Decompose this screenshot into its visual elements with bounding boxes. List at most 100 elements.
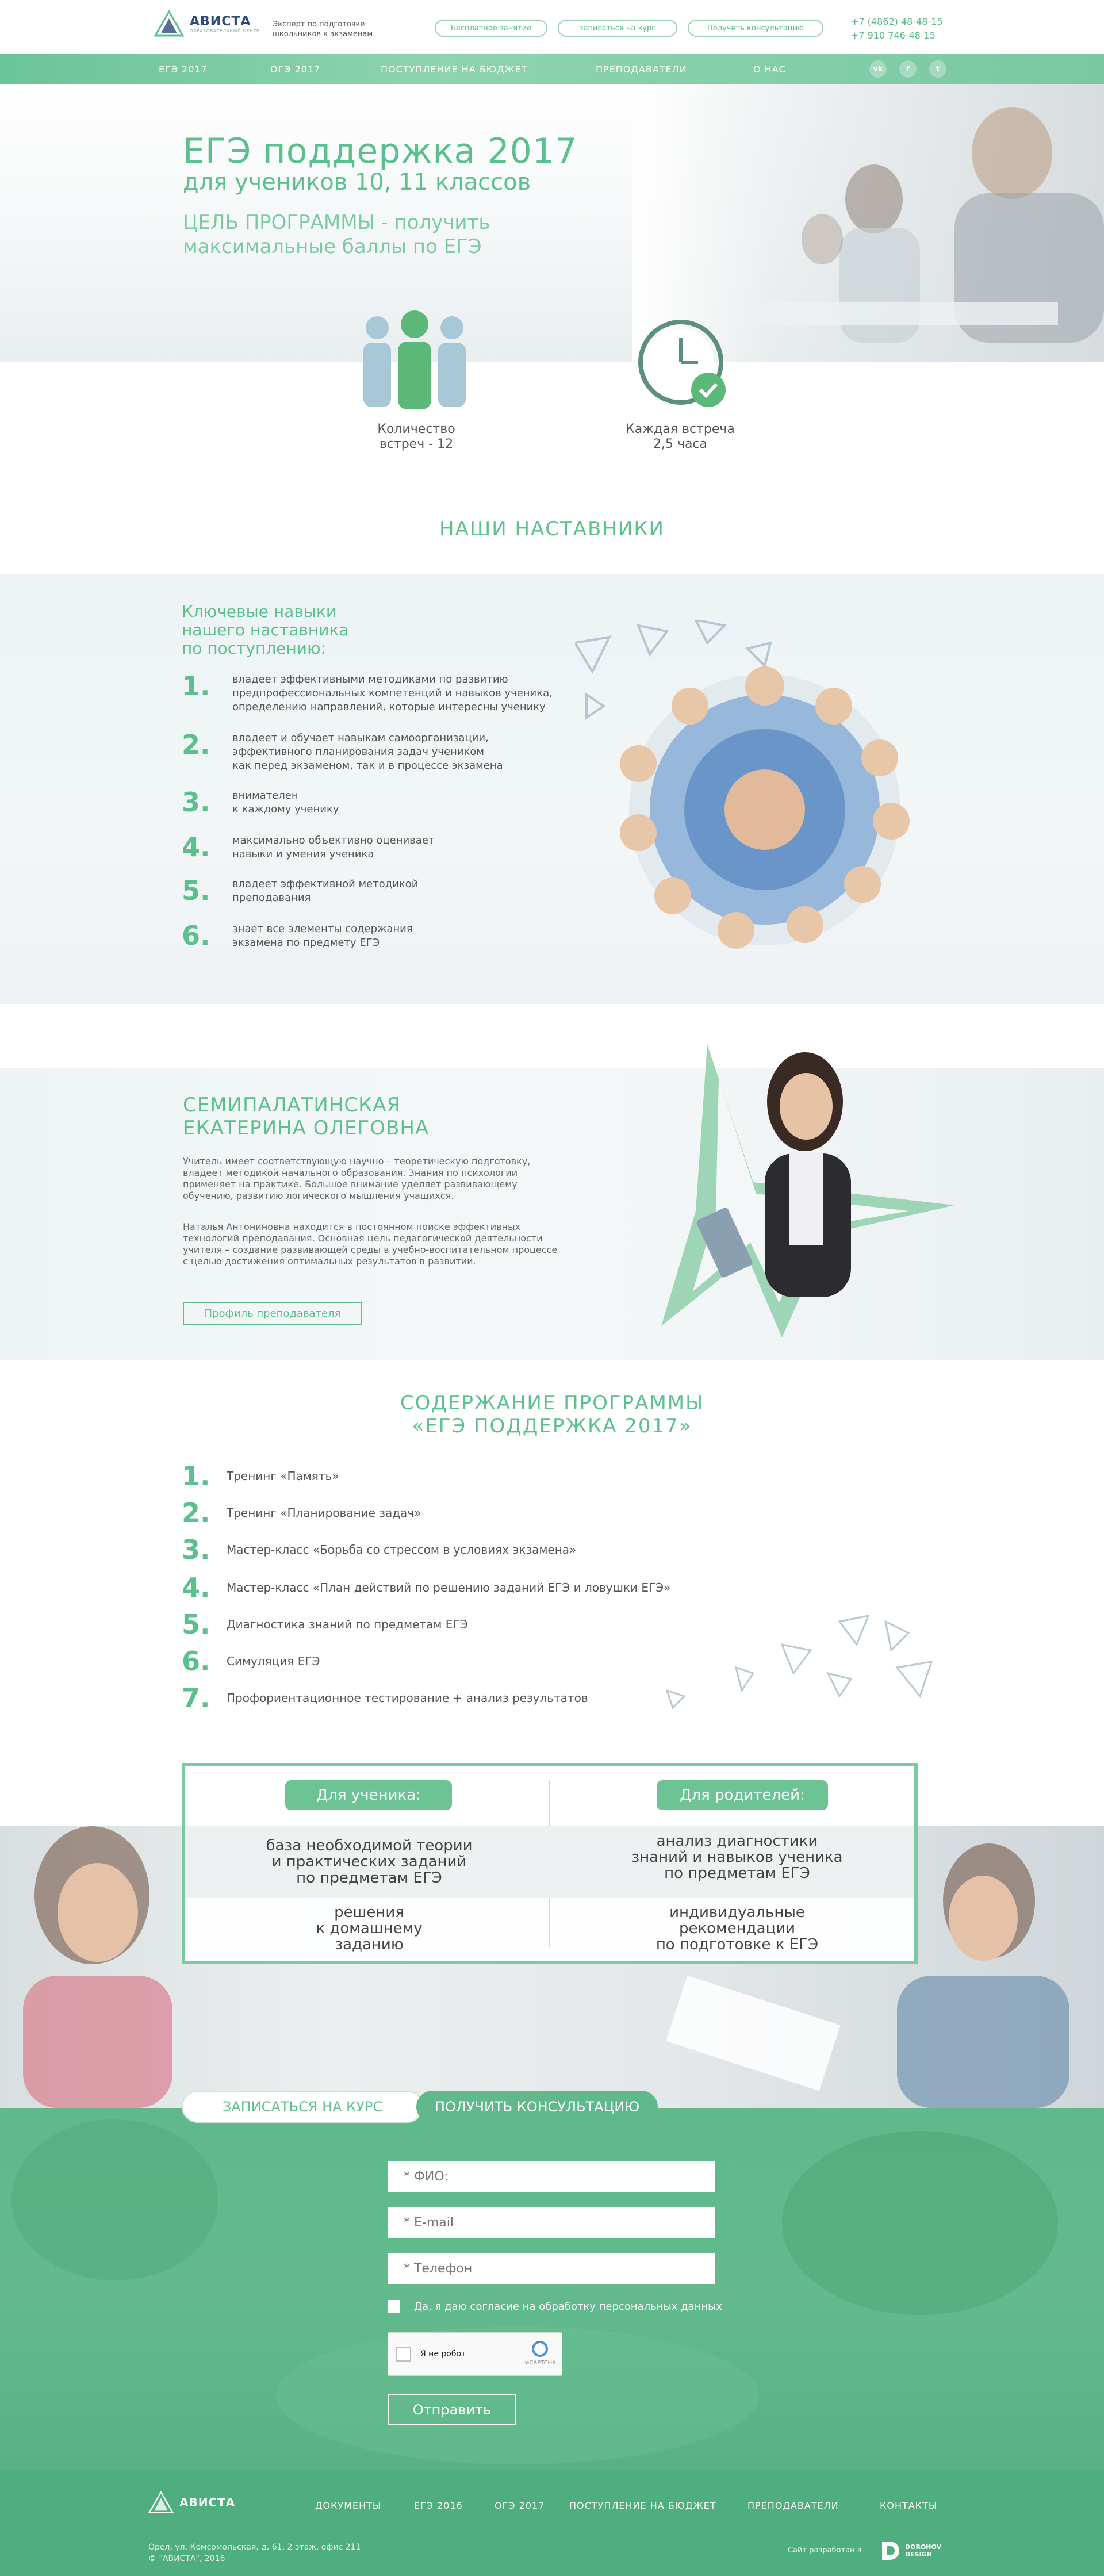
tab-get-consultation[interactable]: ПОЛУЧИТЬ КОНСУЛЬТАЦИЮ — [416, 2091, 658, 2123]
fio-input[interactable] — [388, 2161, 715, 2192]
skills-heading-line-1: Ключевые навыки — [182, 602, 337, 621]
developer-credit-label: Сайт разработан в — [788, 2546, 862, 2555]
bio-line: применяет на практике. Большое внимание … — [183, 1179, 518, 1190]
skill-text: владеет эффективными методиками по разви… — [232, 673, 553, 714]
skill-text-line: экзамена по предмету ЕГЭ — [232, 937, 380, 949]
twitter-icon[interactable]: t — [929, 60, 946, 78]
recaptcha-checkbox[interactable] — [396, 2347, 411, 2362]
free-lesson-button[interactable]: Бесплатное занятие — [435, 20, 547, 37]
skill-text: максимально объективно оценивает навыки … — [232, 834, 434, 861]
footer-link-documents[interactable]: ДОКУМЕНТЫ — [315, 2500, 381, 2511]
phone-1[interactable]: +7 (4862) 48-48-15 — [851, 15, 943, 29]
program-item-number: 1. — [182, 1460, 210, 1492]
benefit-line: заданию — [335, 1936, 404, 1953]
footer-link-oge-2017[interactable]: ОГЭ 2017 — [494, 2500, 545, 2511]
skill-number: 4. — [182, 831, 210, 862]
developer-logo[interactable]: DOROHOV DESIGN — [880, 2539, 941, 2562]
compare-box: Для ученика: Для родителей: база необход… — [182, 1763, 918, 1964]
header: АВИСТА ОБРАЗОВАТЕЛЬНЫЙ ЦЕНТР Эксперт по … — [0, 0, 1104, 54]
program-item: 7. Профориентационное тестирование + ана… — [182, 1682, 588, 1713]
phones: +7 (4862) 48-48-15 +7 910 746-48-15 — [851, 15, 943, 43]
students-circle-photo — [575, 620, 910, 949]
footer-link-ege-2016[interactable]: ЕГЭ 2016 — [414, 2500, 463, 2511]
skill-text: владеет и обучает навыкам самоорганизаци… — [232, 731, 503, 773]
bio-line: Наталья Антониновна находится в постоянн… — [183, 1221, 521, 1232]
nav-item-oge-2017[interactable]: ОГЭ 2017 — [270, 54, 320, 84]
hero-subtitle: для учеников 10, 11 классов — [183, 169, 531, 195]
consent-checkbox[interactable] — [388, 2300, 400, 2313]
logo[interactable]: АВИСТА ОБРАЗОВАТЕЛЬНЫЙ ЦЕНТР — [154, 10, 259, 37]
get-consultation-button[interactable]: Получить консультацию — [688, 20, 823, 37]
teacher-bio-2: Наталья Антониновна находится в постоянн… — [183, 1221, 620, 1267]
parents-benefit-2: индивидуальные рекомендации по подготовк… — [576, 1904, 898, 1953]
program-item-text: Профориентационное тестирование + анализ… — [227, 1691, 588, 1705]
benefit-line: по подготовке к ЕГЭ — [656, 1936, 819, 1953]
skill-text-line: предпрофессиональных компетенций и навык… — [232, 687, 553, 699]
bio-line: с целью достижения оптимальных результат… — [183, 1256, 476, 1267]
skill-number: 3. — [182, 787, 210, 818]
nav-item-about[interactable]: О НАС — [753, 54, 786, 84]
recaptcha-label: Я не робот — [420, 2349, 466, 2359]
hero-goal-line-2: максимальные баллы по ЕГЭ — [183, 235, 482, 258]
vk-icon[interactable]: vk — [869, 60, 887, 78]
for-parents-badge: Для родителей: — [657, 1780, 828, 1810]
skill-item: 3. внимателен к каждому ученику — [182, 789, 339, 816]
logo-triangle-icon — [154, 10, 184, 37]
duration-line-1: Каждая встреча — [626, 422, 735, 436]
skill-text-line: владеет эффективной методикой — [232, 878, 419, 890]
meetings-count-label: Количество встреч - 12 — [353, 422, 480, 452]
hero: ЕГЭ поддержка 2017 для учеников 10, 11 к… — [0, 84, 1104, 362]
recaptcha-widget: Я не робот reCAPTCHA — [388, 2332, 562, 2376]
footer-link-teachers[interactable]: ПРЕПОДАВАТЕЛИ — [747, 2500, 839, 2511]
program-title: СОДЕРЖАНИЕ ПРОГРАММЫ «ЕГЭ ПОДДЕРЖКА 2017… — [0, 1392, 1104, 1438]
program-item: 3. Мастер-класс «Борьба со стрессом в ус… — [182, 1534, 576, 1565]
benefit-line: к домашнему — [316, 1920, 423, 1937]
recaptcha-logo: reCAPTCHA — [523, 2340, 556, 2366]
tab-signup-course[interactable]: ЗАПИСАТЬСЯ НА КУРС — [182, 2091, 423, 2123]
clock-check-icon — [638, 320, 726, 407]
page: АВИСТА ОБРАЗОВАТЕЛЬНЫЙ ЦЕНТР Эксперт по … — [0, 0, 1104, 2576]
teacher-bio-1: Учитель имеет соответствующую научно – т… — [183, 1156, 620, 1202]
skill-text: владеет эффективной методикой преподаван… — [232, 877, 418, 905]
bio-line: технологий преподавания. Основная цель п… — [183, 1233, 543, 1244]
benefit-line: знаний и навыков ученика — [631, 1849, 843, 1866]
program-item-text: Тренинг «Планирование задач» — [227, 1506, 421, 1520]
footer-logo[interactable]: АВИСТА — [148, 2491, 235, 2514]
program-item: 1. Тренинг «Память» — [182, 1460, 339, 1492]
footer-link-budget[interactable]: ПОСТУПЛЕНИЕ НА БЮДЖЕТ — [569, 2500, 716, 2511]
people-group-icon — [363, 310, 466, 409]
program-item-number: 3. — [182, 1534, 210, 1565]
developer-name: DOROHOV DESIGN — [905, 2543, 941, 2558]
bio-line: владеет методикой начального образования… — [183, 1167, 518, 1178]
skill-item: 1. владеет эффективными методиками по ра… — [182, 673, 553, 714]
skill-number: 2. — [182, 729, 210, 760]
nav-item-teachers[interactable]: ПРЕПОДАВАТЕЛИ — [596, 54, 687, 84]
program-item: 6. Симуляция ЕГЭ — [182, 1646, 320, 1677]
program-item: 5. Диагностика знаний по предметам ЕГЭ — [182, 1609, 468, 1640]
teacher-name: СЕМИПАЛАТИНСКАЯ ЕКАТЕРИНА ОЛЕГОВНА — [183, 1094, 429, 1140]
nav-item-budget[interactable]: ПОСТУПЛЕНИЕ НА БЮДЖЕТ — [381, 54, 528, 84]
consent-label: Да, я даю согласие на обработку персонал… — [414, 2300, 722, 2313]
signup-course-button[interactable]: записаться на курс — [558, 20, 677, 37]
skills-heading-line-3: по поступлению: — [182, 639, 326, 658]
footer-address: Орел, ул. Комсомольская, д. 61, 2 этаж, … — [148, 2542, 361, 2564]
program-item-number: 5. — [182, 1609, 210, 1640]
benefit-line: и практических заданий — [271, 1853, 467, 1870]
teacher-surname: СЕМИПАЛАТИНСКАЯ — [183, 1094, 401, 1117]
footer-logo-icon — [148, 2491, 174, 2514]
facebook-icon[interactable]: f — [899, 60, 917, 78]
paper-planes-decoration — [665, 1614, 933, 1709]
footer-logo-name: АВИСТА — [179, 2496, 236, 2509]
phone-input[interactable] — [388, 2253, 715, 2284]
email-input[interactable] — [388, 2207, 715, 2238]
skill-text-line: навыки и умения ученика — [232, 848, 374, 860]
phone-2[interactable]: +7 910 746-48-15 — [851, 29, 943, 43]
nav-item-ege-2017[interactable]: ЕГЭ 2017 — [159, 54, 208, 84]
program-item-text: Тренинг «Память» — [227, 1469, 339, 1483]
teacher-profile-button[interactable]: Профиль преподавателя — [183, 1302, 362, 1325]
footer-link-contacts[interactable]: КОНТАКТЫ — [880, 2500, 937, 2511]
teacher-photo-star — [661, 1044, 954, 1337]
program-item-number: 7. — [182, 1682, 210, 1713]
student-benefit-1: база необходимой теории и практических з… — [208, 1838, 530, 1886]
submit-button[interactable]: Отправить — [388, 2394, 516, 2425]
